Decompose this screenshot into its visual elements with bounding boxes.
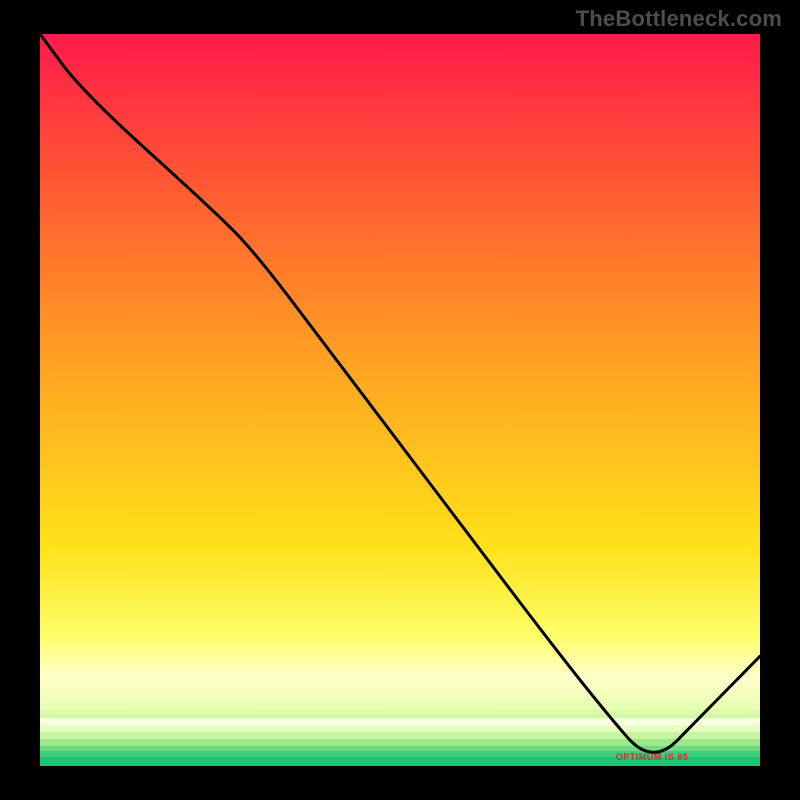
chart-frame: TheBottleneck.com OPTIMUM IS 85: [0, 0, 800, 800]
attribution-text: TheBottleneck.com: [576, 6, 782, 32]
line-layer: [40, 34, 760, 766]
optimum-marker-label: OPTIMUM IS 85: [616, 752, 689, 762]
plot-area: OPTIMUM IS 85: [40, 34, 760, 766]
bottleneck-curve: [40, 34, 760, 752]
